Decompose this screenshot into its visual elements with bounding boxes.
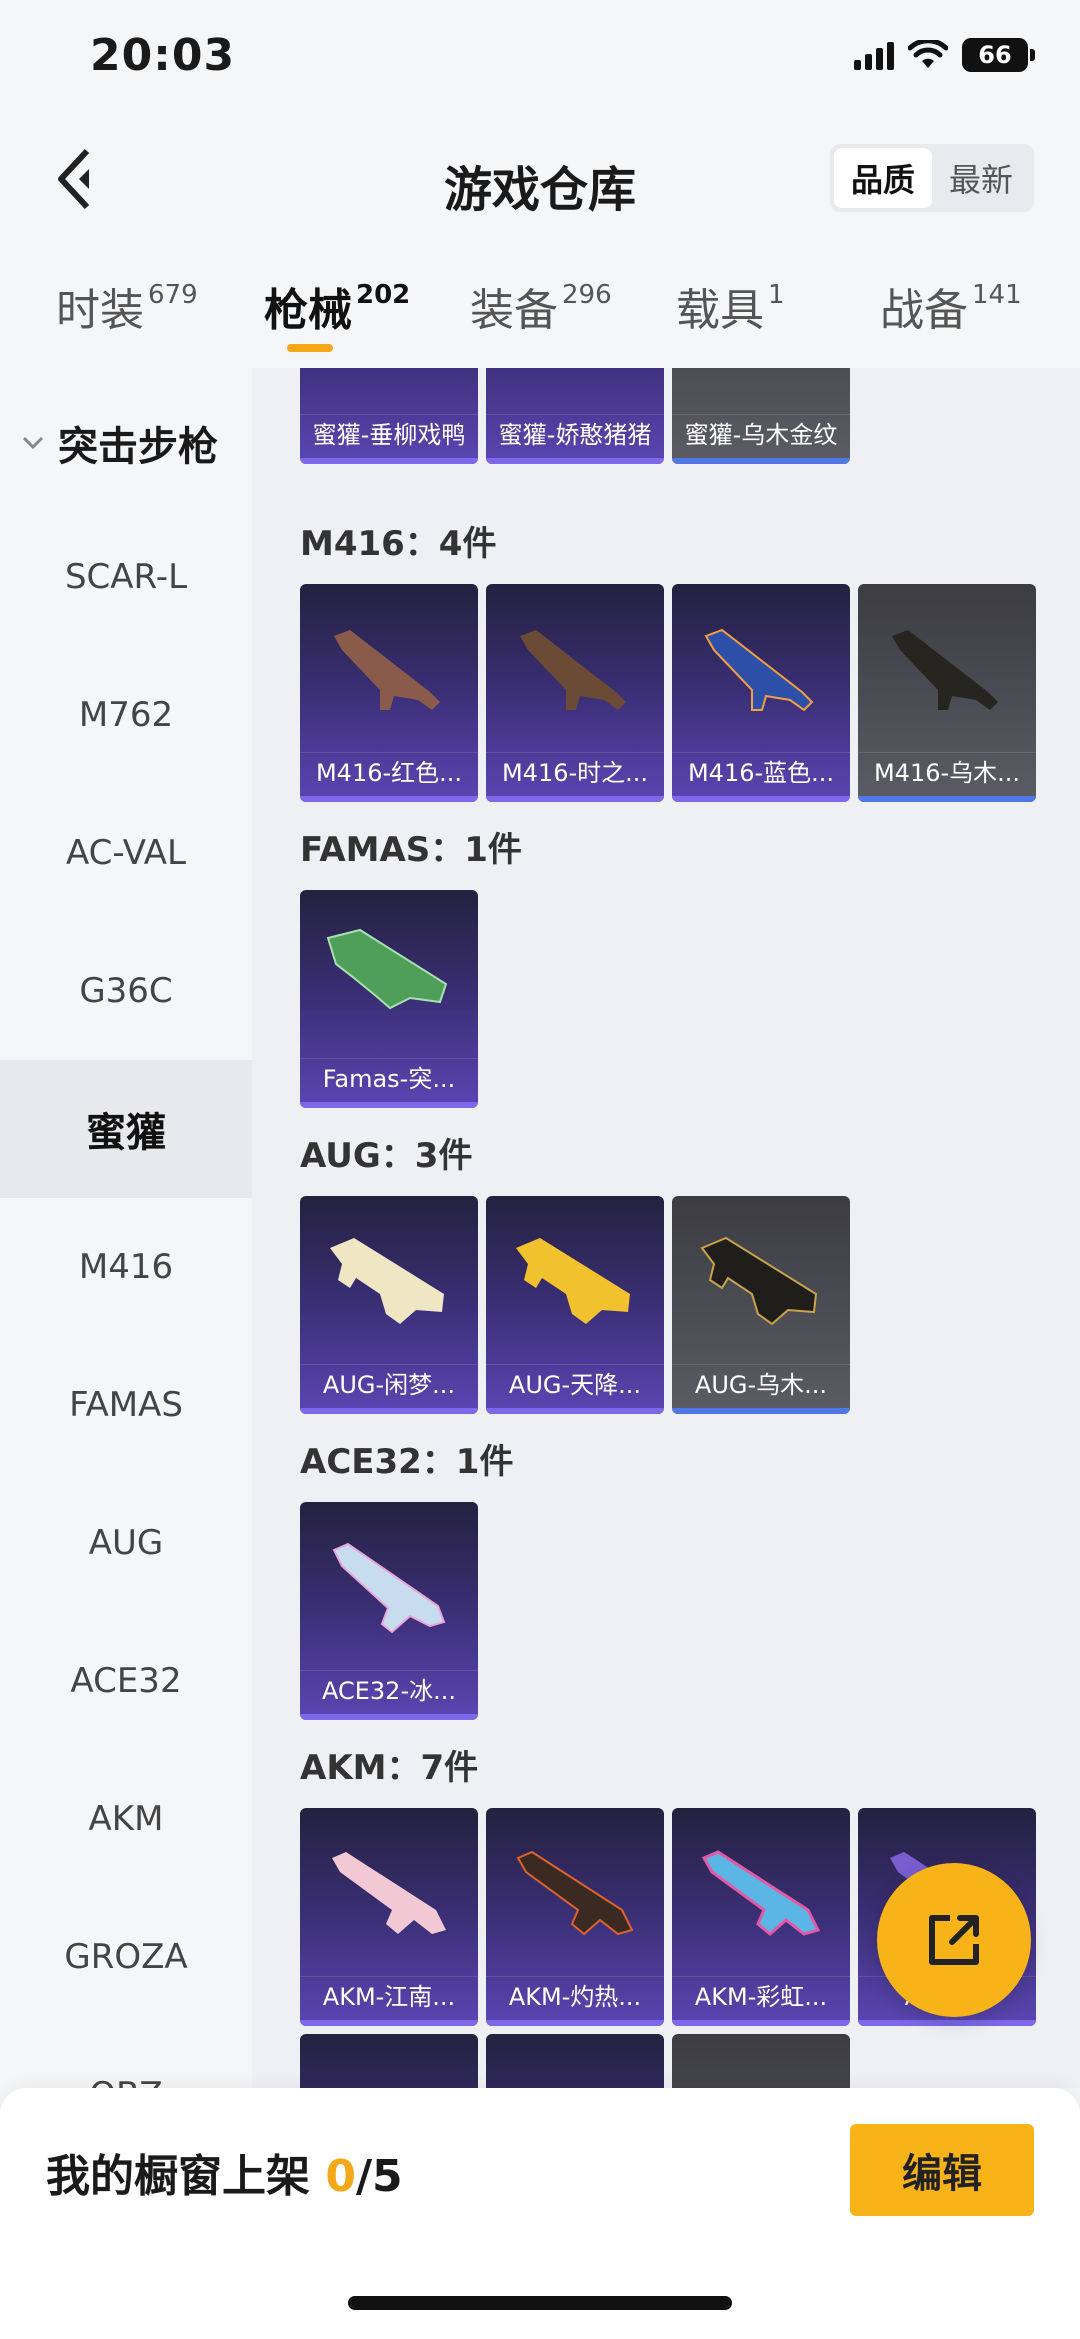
weapon-card[interactable] — [672, 2034, 850, 2088]
home-indicator — [348, 2296, 732, 2310]
category-tabs: 时装 679 枪械 202 装备 296 载具 1 战备 141 — [0, 240, 1080, 368]
bottom-bar: 我的橱窗上架 0/5 编辑 — [0, 2088, 1080, 2339]
sidebar-item-qbz[interactable]: QBZ — [0, 2026, 252, 2088]
weapon-card[interactable]: AUG-闲梦... — [300, 1196, 478, 1414]
ace32-skin-icon — [332, 1542, 446, 1634]
tab-weapons[interactable]: 枪械 202 — [264, 274, 410, 338]
weapon-card[interactable]: AUG-乌木... — [672, 1196, 850, 1414]
sidebar-item-g36c[interactable]: G36C — [0, 922, 252, 1060]
weapon-card[interactable]: M416-乌木... — [858, 584, 1036, 802]
m416-skin-icon — [334, 630, 440, 710]
tab-equipment[interactable]: 装备 296 — [470, 274, 612, 338]
sidebar-item-ace32[interactable]: ACE32 — [0, 1612, 252, 1750]
tab-fashion[interactable]: 时装 679 — [56, 274, 198, 338]
weapon-card[interactable]: 蜜獾-垂柳戏鸭 — [300, 368, 478, 464]
share-icon — [929, 1915, 979, 1965]
weapon-card[interactable]: M416-时之... — [486, 584, 664, 802]
honey-badger-skin-icon — [320, 368, 458, 388]
tab-vehicles[interactable]: 载具 1 — [676, 274, 785, 338]
sidebar-item-scar-l[interactable]: SCAR-L — [0, 508, 252, 646]
sort-quality-button[interactable]: 品质 — [834, 148, 932, 208]
weapon-grid: 蜜獾-垂柳戏鸭 蜜獾-娇憨猪猪 蜜獾-乌木金纹 M416：4件 M416-红色.… — [252, 368, 1080, 2088]
weapon-card[interactable]: ACE32-冰... — [300, 1502, 478, 1720]
group-label-aug: AUG：3件 — [300, 1136, 473, 1176]
group-label-ace32: ACE32：1件 — [300, 1442, 514, 1482]
m416-skin-icon — [892, 630, 998, 710]
aug-skin-icon — [700, 1236, 818, 1326]
honey-badger-skin-icon — [506, 368, 644, 388]
sidebar-item-famas[interactable]: FAMAS — [0, 1336, 252, 1474]
weapon-card[interactable] — [300, 2034, 478, 2088]
aug-skin-icon — [516, 1238, 630, 1324]
weapon-card[interactable]: 蜜獾-娇憨猪猪 — [486, 368, 664, 464]
cellular-signal-icon — [854, 40, 894, 70]
m416-skin-icon — [704, 628, 814, 712]
status-time: 20:03 — [90, 30, 236, 81]
m416-skin-icon — [520, 630, 626, 710]
weapon-card[interactable]: M416-红色... — [300, 584, 478, 802]
weapon-card[interactable]: 蜜獾-乌木金纹 — [672, 368, 850, 464]
showcase-count: 0 — [325, 2151, 356, 2202]
group-label-akm: AKM：7件 — [300, 1748, 479, 1788]
aug-skin-icon — [330, 1238, 444, 1324]
weapon-type-sidebar: 突击步枪 SCAR-L M762 AC-VAL G36C 蜜獾 M416 FAM… — [0, 368, 252, 2088]
tab-supplies[interactable]: 战备 141 — [880, 274, 1022, 338]
weapon-card[interactable] — [486, 2034, 664, 2088]
akm-skin-icon — [701, 1850, 821, 1936]
group-label-famas: FAMAS：1件 — [300, 830, 522, 870]
sort-toggle: 品质 最新 — [830, 144, 1034, 212]
famas-skin-icon — [326, 928, 448, 1010]
weapon-card[interactable]: AKM-江南... — [300, 1808, 478, 2026]
sidebar-item-ac-val[interactable]: AC-VAL — [0, 784, 252, 922]
sidebar-item-m416[interactable]: M416 — [0, 1198, 252, 1336]
status-bar: 20:03 66 — [0, 0, 1080, 120]
battery-icon: 66 — [962, 38, 1035, 72]
weapon-card[interactable]: AKM-彩虹... — [672, 1808, 850, 2026]
weapon-card[interactable]: AKM-灼热... — [486, 1808, 664, 2026]
chevron-down-icon — [22, 436, 44, 450]
sidebar-group-assault-rifles[interactable]: 突击步枪 — [0, 408, 252, 478]
sidebar-item-akm[interactable]: AKM — [0, 1750, 252, 1888]
akm-skin-icon — [516, 1850, 634, 1936]
akm-skin-icon — [332, 1852, 446, 1934]
weapon-card[interactable]: M416-蓝色... — [672, 584, 850, 802]
honey-badger-skin-icon — [692, 368, 830, 388]
weapon-card[interactable]: Famas-突... — [300, 890, 478, 1108]
showcase-status: 我的橱窗上架 0/5 — [46, 2151, 403, 2202]
wifi-icon — [908, 40, 948, 68]
edit-button[interactable]: 编辑 — [850, 2124, 1034, 2216]
tab-active-indicator — [287, 344, 333, 352]
sidebar-item-m762[interactable]: M762 — [0, 646, 252, 784]
sidebar-item-aug[interactable]: AUG — [0, 1474, 252, 1612]
share-button[interactable] — [877, 1863, 1031, 2017]
sort-newest-button[interactable]: 最新 — [932, 148, 1030, 208]
header: 游戏仓库 品质 最新 — [0, 120, 1080, 240]
sidebar-item-honey-badger[interactable]: 蜜獾 — [0, 1060, 252, 1198]
status-icons: 66 — [854, 38, 1035, 72]
sidebar-item-groza[interactable]: GROZA — [0, 1888, 252, 2026]
weapon-card[interactable]: AUG-天降... — [486, 1196, 664, 1414]
group-label-m416: M416：4件 — [300, 524, 497, 564]
